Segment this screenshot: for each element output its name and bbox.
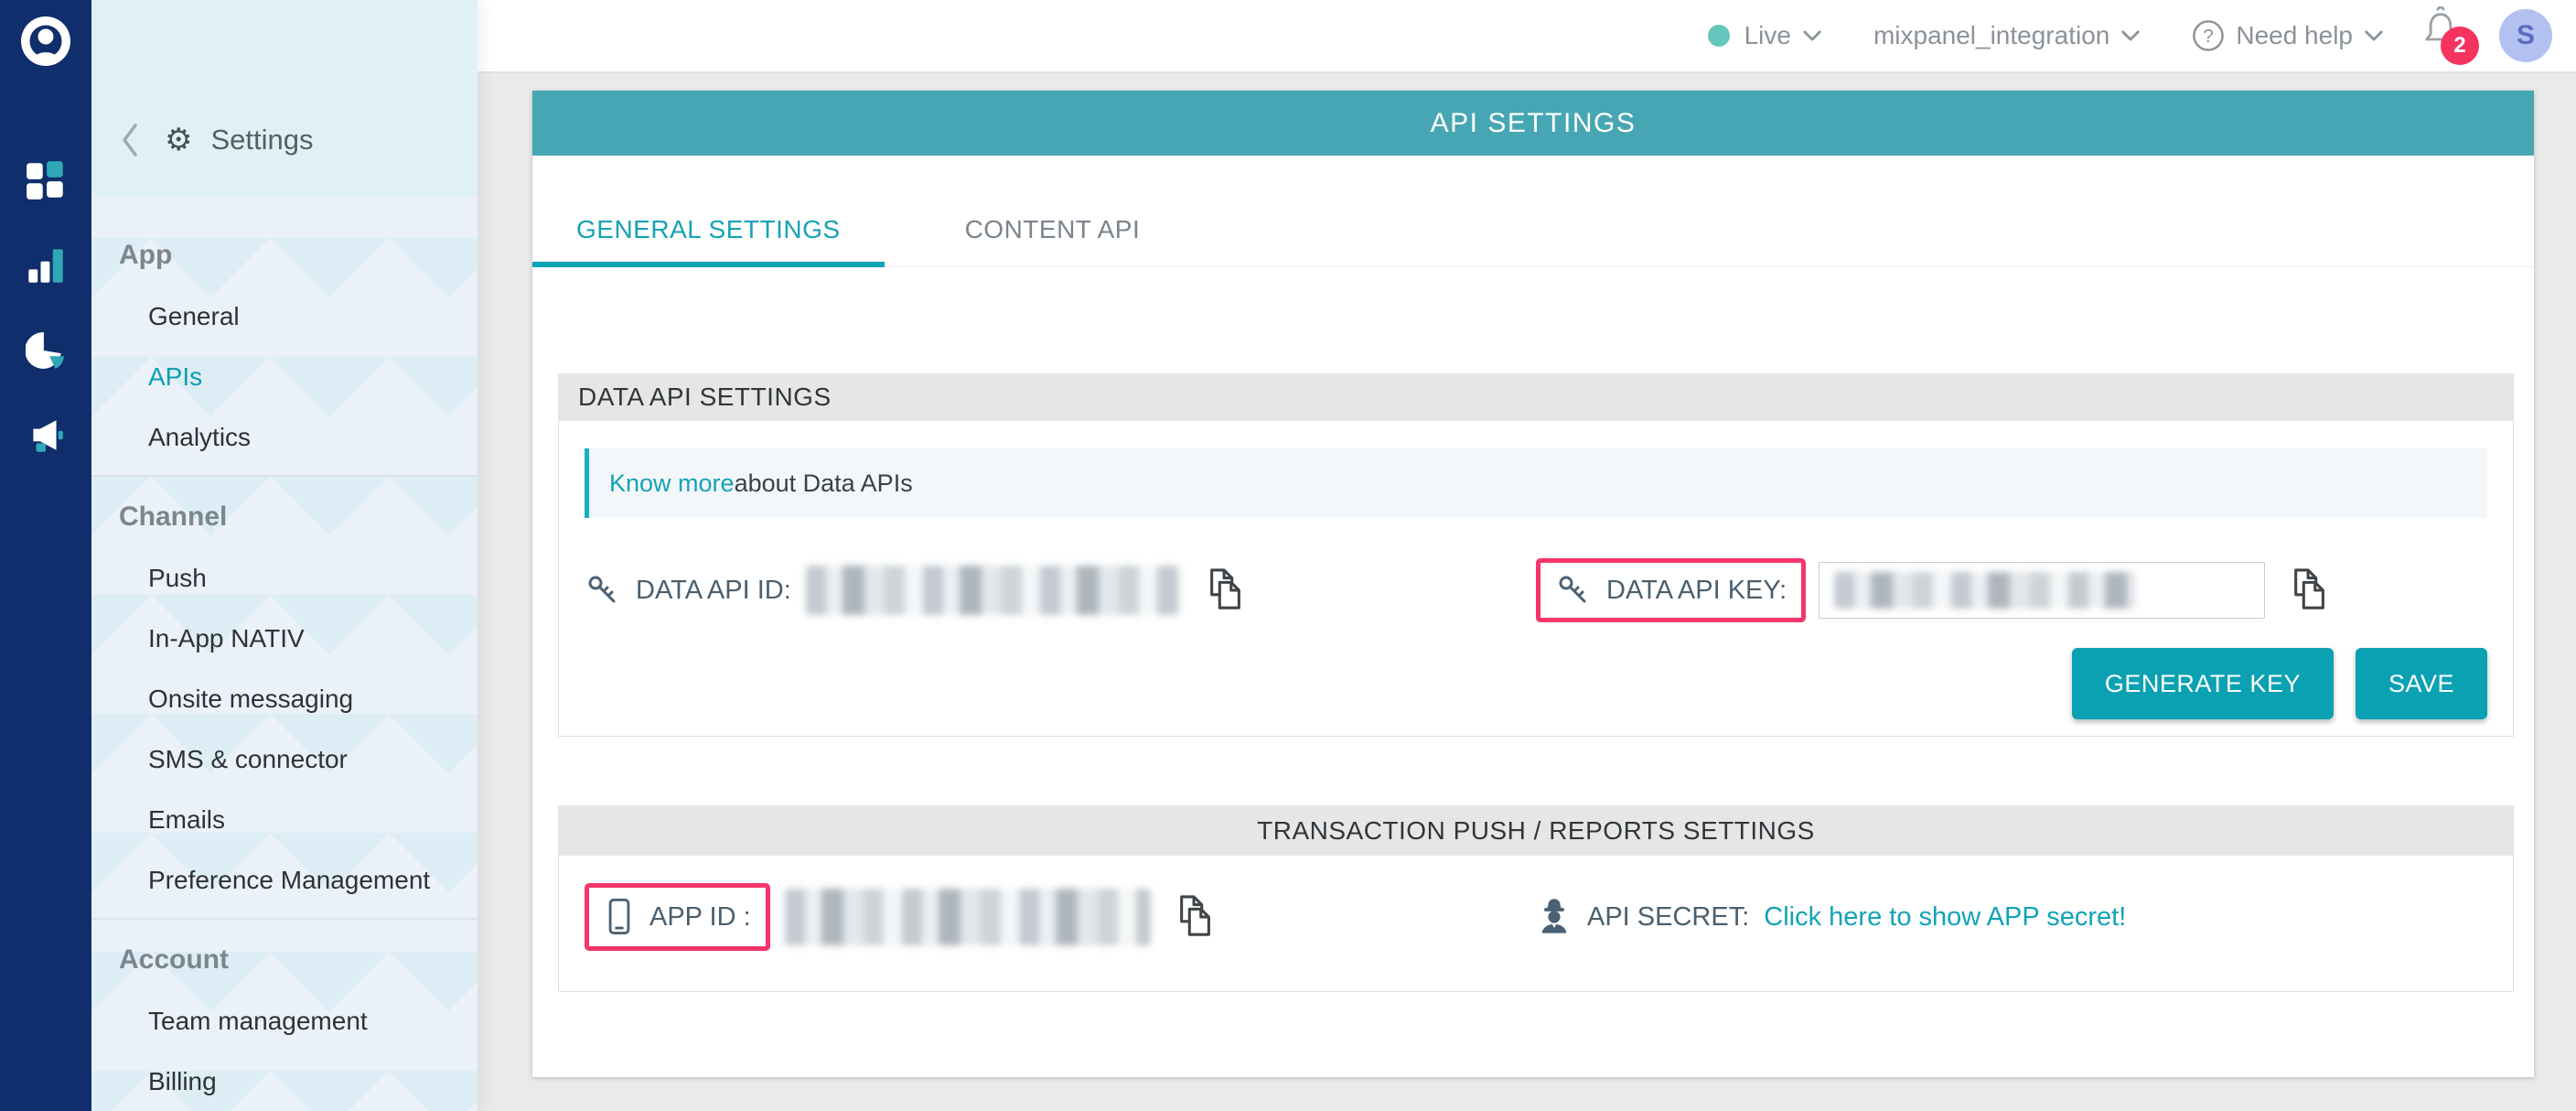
data-api-fields-row: DATA API ID: bbox=[585, 558, 2487, 622]
app-id-label: APP ID : bbox=[649, 902, 751, 933]
api-secret-label: API SECRET: bbox=[1587, 902, 1749, 933]
settings-sidebar: ⚙ Settings App General APIs Analytics Ch… bbox=[91, 0, 478, 1111]
show-app-secret-link[interactable]: Click here to show APP secret! bbox=[1764, 902, 2126, 933]
live-label: Live bbox=[1744, 21, 1791, 50]
api-secret-field: API SECRET: Click here to show APP secre… bbox=[1536, 897, 2487, 937]
user-avatar[interactable]: S bbox=[2499, 9, 2552, 62]
segments-pie-icon[interactable] bbox=[26, 330, 66, 375]
redacted-data-api-key bbox=[1834, 572, 2136, 609]
data-api-key-label: DATA API KEY: bbox=[1606, 576, 1787, 606]
page-title-banner: API SETTINGS bbox=[532, 91, 2534, 156]
app-id-field: APP ID : bbox=[585, 883, 1536, 951]
sidebar-item-preference-management[interactable]: Preference Management bbox=[91, 850, 478, 911]
transaction-settings-body: APP ID : bbox=[558, 856, 2514, 992]
help-label: Need help bbox=[2236, 21, 2353, 50]
info-banner: Know more about Data APIs bbox=[585, 448, 2487, 518]
info-text: about Data APIs bbox=[735, 469, 913, 498]
data-api-key-highlight: DATA API KEY: bbox=[1536, 558, 1806, 622]
sidebar-item-onsite-messaging[interactable]: Onsite messaging bbox=[91, 669, 478, 729]
tab-general-settings[interactable]: GENERAL SETTINGS bbox=[532, 198, 885, 267]
chevron-down-icon bbox=[2364, 29, 2384, 42]
sidebar-header: ⚙ Settings bbox=[91, 0, 478, 197]
main-page: API SETTINGS GENERAL SETTINGS CONTENT AP… bbox=[478, 73, 2576, 1111]
data-api-settings-body: Know more about Data APIs DATA API ID: bbox=[558, 421, 2514, 737]
notifications-bell[interactable]: 2 bbox=[2420, 6, 2472, 65]
notification-badge: 2 bbox=[2441, 27, 2479, 65]
copy-icon[interactable] bbox=[2289, 567, 2331, 613]
sidebar-title: Settings bbox=[210, 124, 313, 156]
generate-key-button[interactable]: GENERATE KEY bbox=[2072, 648, 2334, 719]
help-menu[interactable]: ? Need help bbox=[2192, 19, 2384, 52]
project-name: mixpanel_integration bbox=[1873, 21, 2109, 50]
svg-text:?: ? bbox=[2204, 27, 2214, 47]
data-api-settings-panel: DATA API SETTINGS Know more about Data A… bbox=[558, 373, 2514, 737]
sidebar-item-push[interactable]: Push bbox=[91, 548, 478, 609]
chevron-down-icon bbox=[2120, 29, 2141, 42]
nav-rail bbox=[0, 0, 91, 1111]
copy-icon[interactable] bbox=[1175, 894, 1217, 940]
topbar: Live mixpanel_integration ? Need help bbox=[478, 0, 2576, 73]
transaction-settings-panel: TRANSACTION PUSH / REPORTS SETTINGS APP … bbox=[558, 805, 2514, 992]
sidebar-item-sms-connector[interactable]: SMS & connector bbox=[91, 729, 478, 790]
sidebar-item-analytics[interactable]: Analytics bbox=[91, 407, 478, 468]
key-icon bbox=[1555, 572, 1592, 609]
data-api-id-field: DATA API ID: bbox=[585, 566, 1536, 615]
env-switcher[interactable]: Live bbox=[1708, 21, 1822, 50]
sidebar-item-inapp-nativ[interactable]: In-App NATIV bbox=[91, 609, 478, 669]
help-circle-icon: ? bbox=[2192, 19, 2225, 52]
dashboard-icon[interactable] bbox=[26, 160, 66, 205]
sidebar-item-billing[interactable]: Billing bbox=[91, 1052, 478, 1111]
redacted-data-api-id bbox=[806, 566, 1181, 615]
tab-content-api[interactable]: CONTENT API bbox=[921, 198, 1185, 267]
data-api-actions: GENERATE KEY SAVE bbox=[585, 648, 2487, 719]
sidebar-divider bbox=[91, 918, 478, 920]
data-api-key-input[interactable] bbox=[1819, 562, 2265, 619]
sidebar-item-general[interactable]: General bbox=[91, 286, 478, 347]
tab-bar: GENERAL SETTINGS CONTENT API bbox=[532, 156, 2534, 267]
know-more-link[interactable]: Know more bbox=[609, 469, 735, 498]
gear-icon: ⚙ bbox=[165, 124, 192, 156]
page-title: API SETTINGS bbox=[1431, 108, 1637, 139]
back-icon[interactable] bbox=[119, 122, 141, 158]
sidebar-section-app: App bbox=[91, 224, 478, 286]
key-icon bbox=[585, 572, 621, 609]
transaction-fields-row: APP ID : bbox=[585, 883, 2487, 951]
api-settings-card: API SETTINGS GENERAL SETTINGS CONTENT AP… bbox=[532, 91, 2534, 1077]
live-status-dot bbox=[1708, 25, 1730, 47]
redacted-app-id bbox=[785, 889, 1151, 945]
moengage-logo-icon[interactable] bbox=[19, 15, 72, 72]
data-api-id-label: DATA API ID: bbox=[636, 576, 791, 606]
data-api-settings-header: DATA API SETTINGS bbox=[558, 373, 2514, 421]
app-root: ⚙ Settings App General APIs Analytics Ch… bbox=[0, 0, 2576, 1111]
campaigns-megaphone-icon[interactable] bbox=[26, 415, 66, 460]
sidebar-item-team-management[interactable]: Team management bbox=[91, 991, 478, 1052]
app-id-highlight: APP ID : bbox=[585, 883, 770, 951]
mobile-phone-icon bbox=[604, 897, 635, 937]
sidebar-nav: App General APIs Analytics Channel Push … bbox=[91, 197, 478, 1111]
data-api-key-field: DATA API KEY: bbox=[1536, 558, 2487, 622]
analytics-bars-icon[interactable] bbox=[26, 245, 66, 290]
save-button[interactable]: SAVE bbox=[2356, 648, 2487, 719]
sidebar-item-emails[interactable]: Emails bbox=[91, 790, 478, 850]
secret-agent-icon bbox=[1536, 897, 1572, 937]
sidebar-divider bbox=[91, 475, 478, 477]
copy-icon[interactable] bbox=[1205, 567, 1247, 613]
sidebar-section-channel: Channel bbox=[91, 486, 478, 548]
transaction-settings-header: TRANSACTION PUSH / REPORTS SETTINGS bbox=[558, 805, 2514, 856]
chevron-down-icon bbox=[1802, 29, 1822, 42]
sidebar-section-account: Account bbox=[91, 929, 478, 991]
project-switcher[interactable]: mixpanel_integration bbox=[1873, 21, 2141, 50]
sidebar-item-apis[interactable]: APIs bbox=[91, 347, 478, 407]
